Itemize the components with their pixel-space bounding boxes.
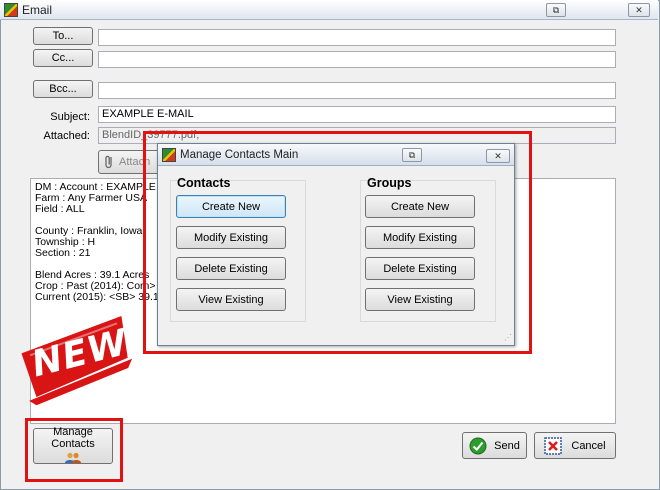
restore-window-button[interactable]: ⧉	[546, 3, 566, 17]
bcc-field[interactable]	[98, 82, 616, 99]
send-label: Send	[494, 439, 520, 452]
paperclip-icon	[103, 154, 115, 170]
checkmark-icon	[469, 437, 487, 455]
cc-button[interactable]: Cc...	[33, 49, 93, 67]
cancel-button[interactable]: Cancel	[534, 432, 616, 459]
attached-label: Attached:	[43, 130, 90, 142]
close-window-button[interactable]: ✕	[628, 3, 650, 17]
titlebar: Email ⧉ ✕	[0, 0, 658, 20]
cancel-label: Cancel	[571, 439, 606, 452]
subject-field[interactable]: EXAMPLE E-MAIL	[98, 106, 616, 123]
send-button[interactable]: Send	[462, 432, 527, 459]
highlight-manage-contacts	[25, 418, 123, 482]
to-field[interactable]	[98, 29, 616, 46]
to-button[interactable]: To...	[33, 27, 93, 45]
window-title: Email	[22, 3, 53, 17]
app-icon	[4, 3, 18, 17]
cc-field[interactable]	[98, 51, 616, 68]
highlight-dialog	[143, 131, 532, 354]
bcc-button[interactable]: Bcc...	[33, 80, 93, 98]
subject-label: Subject:	[50, 111, 90, 123]
cancel-x-icon	[544, 436, 563, 455]
